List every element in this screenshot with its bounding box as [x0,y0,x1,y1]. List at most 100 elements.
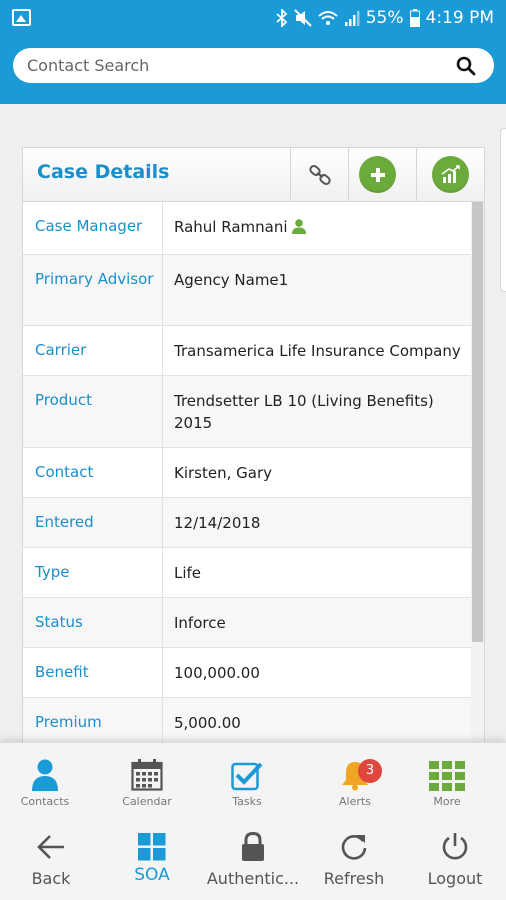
row-label: Primary Advisor [35,270,154,288]
add-icon [359,156,396,193]
soa-button[interactable]: SOA [102,831,202,885]
row-label: Status [35,613,83,631]
primary-nav: Contacts Calendar Tasks 3 Alerts More [0,755,506,815]
row-value[interactable]: Kirsten, Gary [174,462,466,484]
card-header: Case Details [23,148,484,202]
power-icon [442,833,468,860]
row-label: Benefit [35,663,89,681]
detail-row-benefit: Benefit 100,000.00 [23,648,471,698]
scrollbar-thumb[interactable] [472,202,483,642]
wifi-icon [318,11,338,25]
detail-row-primary-advisor: Primary Advisor Agency Name1 [23,255,471,326]
column-divider [162,255,163,325]
refresh-icon [341,835,367,860]
row-label: Product [35,391,92,409]
alerts-badge: 3 [358,759,382,783]
signal-icon [344,11,360,26]
status-indicators: 55% 4:19 PM [276,6,494,30]
row-value: Life [174,564,202,582]
add-button[interactable] [348,148,406,201]
side-drawer-handle[interactable] [500,128,506,292]
row-label: Carrier [35,341,87,359]
nav-calendar[interactable]: Calendar [102,755,192,808]
scrollbar[interactable] [471,202,484,746]
bottom-navigation: Contacts Calendar Tasks 3 Alerts More Ba… [0,742,506,900]
column-divider [162,326,163,375]
detail-row-type: Type Life [23,548,471,598]
column-divider [162,598,163,647]
nav-label: Logout [427,869,483,888]
column-divider [162,698,163,746]
row-value: 100,000.00 [174,664,260,682]
column-divider [162,648,163,697]
chart-button[interactable] [416,148,484,201]
search-box[interactable] [13,48,494,83]
secondary-nav: Back SOA Authentic... Refresh Logout [0,831,506,895]
nav-label: Tasks [232,795,262,808]
link-icon [308,164,331,185]
lock-icon [242,832,264,861]
row-label: Case Manager [35,217,143,235]
column-divider [162,548,163,597]
case-details-card: Case Details Case Manager Rahul Ramnani … [22,147,485,747]
search-input[interactable] [27,48,447,83]
search-header [0,36,506,104]
nav-label: Alerts [339,795,371,808]
picture-icon [12,9,31,26]
mute-icon [293,9,312,27]
detail-row-contact: Contact Kirsten, Gary [23,448,471,498]
nav-label: Refresh [323,869,385,888]
column-divider [162,202,163,254]
search-icon[interactable] [456,56,476,76]
nav-label: Contacts [20,795,70,808]
column-divider [162,376,163,447]
status-bar: 55% 4:19 PM [0,0,506,36]
nav-label: SOA [134,865,170,885]
battery-percent: 55% [365,8,404,28]
nav-tasks[interactable]: Tasks [202,755,292,808]
bluetooth-icon [276,9,288,27]
grid-icon [429,761,465,791]
column-divider [162,498,163,547]
row-value: Trendsetter LB 10 (Living Benefits) 2015 [174,392,434,432]
column-divider [162,448,163,497]
row-value: Rahul Ramnani [174,216,466,238]
nav-more[interactable]: More [402,755,492,808]
nav-label: Authentic... [206,869,300,888]
detail-row-premium: Premium 5,000.00 [23,698,471,746]
detail-row-product: Product Trendsetter LB 10 (Living Benefi… [23,376,471,448]
refresh-button[interactable]: Refresh [304,831,404,888]
nav-label: Calendar [122,795,172,808]
link-button[interactable] [290,148,348,201]
detail-row-entered: Entered 12/14/2018 [23,498,471,548]
person-icon [32,759,58,791]
nav-label: More [433,795,461,808]
row-value: 5,000.00 [174,714,241,732]
row-label: Entered [35,513,94,531]
nav-label: Back [31,869,71,888]
back-button[interactable]: Back [1,831,101,888]
person-icon[interactable] [291,219,306,234]
nav-alerts[interactable]: 3 Alerts [310,755,400,808]
authentication-button[interactable]: Authentic... [203,831,303,888]
logout-button[interactable]: Logout [405,831,505,888]
card-title: Case Details [37,161,170,183]
detail-row-status: Status Inforce [23,598,471,648]
detail-row-carrier: Carrier Transamerica Life Insurance Comp… [23,326,471,376]
detail-row-case-manager: Case Manager Rahul Ramnani [23,202,471,255]
row-label: Type [35,563,70,581]
calendar-icon [131,759,163,791]
row-label: Contact [35,463,94,481]
row-value: Agency Name1 [174,271,289,289]
row-value: Inforce [174,614,226,632]
back-arrow-icon [37,835,64,859]
battery-icon [409,9,420,27]
clock: 4:19 PM [425,8,495,28]
windows-icon [138,833,166,861]
row-value: Transamerica Life Insurance Company [174,342,461,360]
tasks-icon [231,762,263,791]
row-label: Premium [35,713,102,731]
chart-icon [432,156,469,193]
nav-contacts[interactable]: Contacts [0,755,90,808]
row-value: 12/14/2018 [174,514,261,532]
